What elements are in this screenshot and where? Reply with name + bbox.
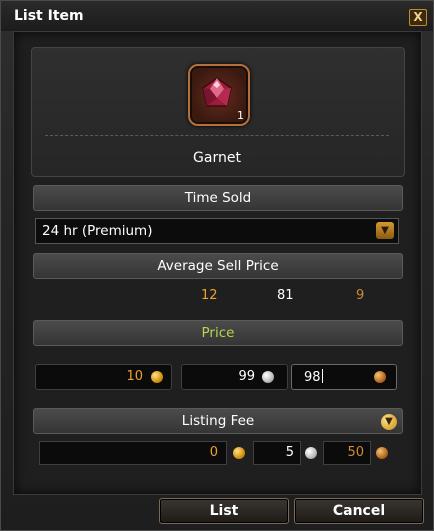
fee-gold-value: 0 (209, 445, 218, 460)
copper-coin-icon (374, 371, 386, 383)
time-sold-header: Time Sold (33, 185, 403, 211)
price-silver-value: 99 (238, 369, 255, 384)
time-sold-value: 24 hr (Premium) (42, 223, 153, 239)
price-copper-input[interactable]: 98 (291, 364, 397, 390)
price-copper-value: 98 (304, 369, 323, 385)
title-bar[interactable]: List Item X (1, 1, 433, 31)
time-sold-dropdown[interactable]: 24 hr (Premium) ▼ (35, 218, 399, 244)
fee-silver-field: 5 (253, 441, 301, 465)
window-title: List Item (14, 8, 84, 24)
avg-price-copper: 9 (356, 288, 365, 303)
list-button[interactable]: List (159, 498, 289, 524)
price-gold-value: 10 (126, 369, 143, 384)
silver-coin-icon (262, 371, 274, 383)
text-caret (321, 369, 323, 383)
price-gold-input[interactable]: 10 (35, 364, 172, 390)
list-item-window: List Item X 1 Garnet Time Sold 24 hr (Pr… (0, 0, 434, 531)
info-icon[interactable]: ▼ (381, 414, 397, 430)
average-sell-price-header: Average Sell Price (33, 253, 403, 279)
cancel-button[interactable]: Cancel (294, 498, 424, 524)
fee-silver-value: 5 (285, 445, 294, 460)
avg-price-gold: 12 (201, 288, 218, 303)
gold-coin-icon (233, 447, 245, 459)
chevron-down-icon[interactable]: ▼ (376, 222, 394, 239)
price-header: Price (33, 320, 403, 346)
item-quantity: 1 (237, 109, 244, 122)
avg-price-silver: 81 (277, 288, 294, 303)
close-button[interactable]: X (409, 9, 427, 26)
listing-fee-header: Listing Fee (33, 408, 403, 434)
silver-coin-icon (305, 447, 317, 459)
item-name: Garnet (193, 150, 241, 166)
gold-coin-icon (151, 371, 163, 383)
garnet-gem-icon (202, 77, 232, 107)
fee-copper-field: 50 (323, 441, 371, 465)
copper-coin-icon (376, 447, 388, 459)
price-silver-input[interactable]: 99 (181, 364, 288, 390)
divider (45, 135, 389, 136)
close-icon: X (413, 10, 423, 24)
fee-copper-value: 50 (347, 445, 364, 460)
fee-gold-field: 0 (39, 441, 227, 465)
